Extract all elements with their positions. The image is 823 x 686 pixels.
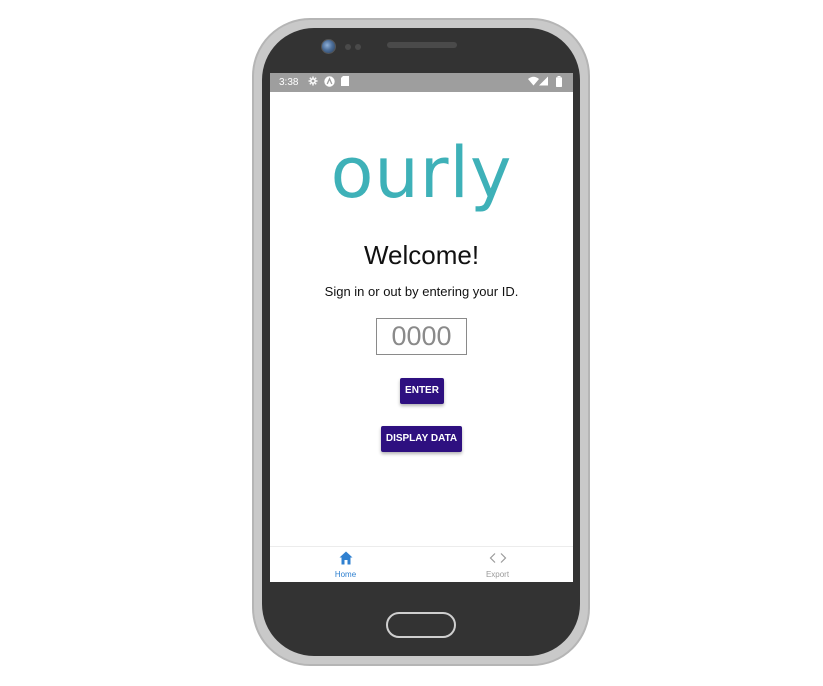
a-circle-icon: [324, 76, 335, 91]
sensor-dot: [355, 44, 361, 50]
speaker-grille: [387, 42, 457, 48]
enter-button[interactable]: ENTER: [400, 378, 444, 404]
nav-label-export: Export: [485, 570, 510, 579]
camera-icon: [321, 39, 336, 54]
phone-screen: 3:38 ourly Welcome! Sign in or out by en…: [270, 73, 573, 582]
id-input[interactable]: [376, 318, 467, 355]
bottom-navigation: Home Export: [270, 546, 573, 582]
code-icon: [422, 551, 573, 567]
instruction-text: Sign in or out by entering your ID.: [324, 284, 519, 299]
nav-tab-home[interactable]: Home: [270, 547, 421, 582]
hardware-home-button[interactable]: [386, 612, 456, 638]
sensor-dot: [345, 44, 351, 50]
wifi-icon: [528, 76, 539, 90]
battery-icon: [556, 76, 562, 91]
sd-card-icon: [341, 76, 349, 90]
signal-icon: [539, 76, 548, 90]
settings-icon: [308, 76, 318, 90]
display-data-button[interactable]: DISPLAY DATA: [381, 426, 462, 452]
welcome-heading: Welcome!: [363, 240, 480, 270]
app-logo: ourly: [330, 132, 513, 214]
status-bar: 3:38: [270, 73, 573, 92]
screenshot-stage: 3:38 ourly Welcome! Sign in or out by en…: [0, 0, 823, 686]
nav-label-home: Home: [334, 570, 357, 579]
nav-tab-export[interactable]: Export: [422, 547, 573, 582]
status-time: 3:38: [279, 77, 299, 88]
home-icon: [270, 551, 421, 567]
